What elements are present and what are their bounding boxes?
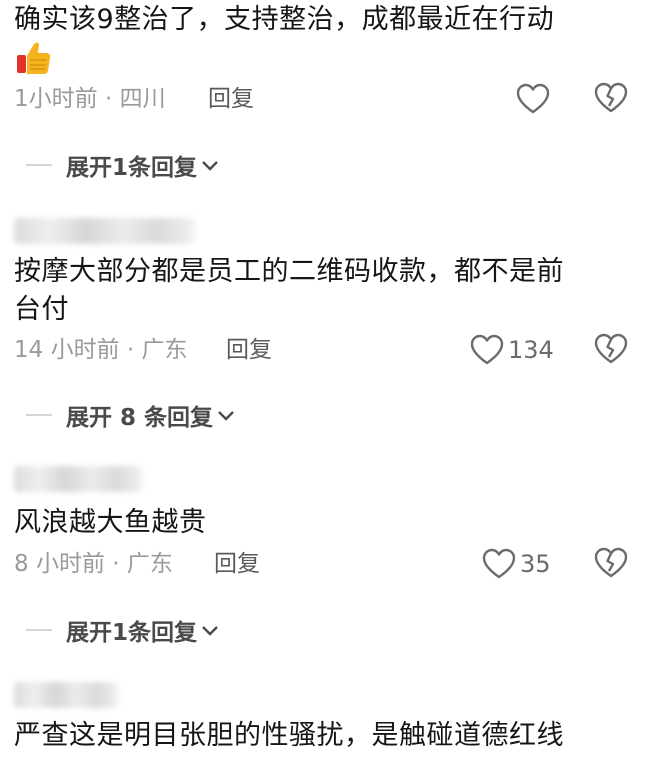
divider [26,414,52,416]
comment-text: 严查这是明目张胆的性骚扰，是触碰道德红线 [14,720,564,751]
username-blurred [14,682,118,708]
broken-heart-dislike-icon[interactable] [594,333,628,365]
broken-heart-dislike-icon[interactable] [594,547,628,579]
thumbs-up-emoji-icon [14,38,54,78]
reply-button[interactable]: 回复 [208,82,254,116]
username-blurred [14,218,194,244]
username-blurred [14,466,142,492]
expand-replies-button[interactable]: 展开1条回复 [26,148,221,182]
comment-meta: 14 小时前 · 广东 [14,337,188,363]
reply-button[interactable]: 回复 [226,333,272,367]
heart-icon [470,334,504,365]
comment-meta: 8 小时前 · 广东 [14,551,173,577]
comment-text-line-2: 台付 [14,294,69,325]
expand-replies-button[interactable]: 展开 8 条回复 [26,398,237,432]
like-button[interactable]: 134 [470,332,554,368]
heart-icon [482,548,516,579]
like-count: 134 [508,336,554,364]
expand-replies-button[interactable]: 展开1条回复 [26,613,221,647]
expand-replies-label: 展开1条回复 [66,620,198,646]
chevron-down-icon [218,411,234,421]
comment-text: 确实该9整治了，支持整治，成都最近在行动 [14,4,555,35]
comment-text-line-1: 按摩大部分都是员工的二维码收款，都不是前 [14,256,564,287]
heart-icon [516,83,550,114]
like-button[interactable]: 35 [482,546,551,582]
chevron-down-icon [202,161,218,171]
like-count: 35 [520,550,551,578]
broken-heart-dislike-icon[interactable] [594,82,628,114]
chevron-down-icon [202,626,218,636]
reply-button[interactable]: 回复 [214,547,260,581]
like-button[interactable] [516,81,550,117]
divider [26,629,52,631]
expand-replies-label: 展开1条回复 [66,155,198,181]
comment-text: 风浪越大鱼越贵 [14,507,207,538]
comment-meta: 1小时前 · 四川 [14,86,166,112]
divider [26,164,52,166]
expand-replies-label: 展开 8 条回复 [66,405,214,431]
